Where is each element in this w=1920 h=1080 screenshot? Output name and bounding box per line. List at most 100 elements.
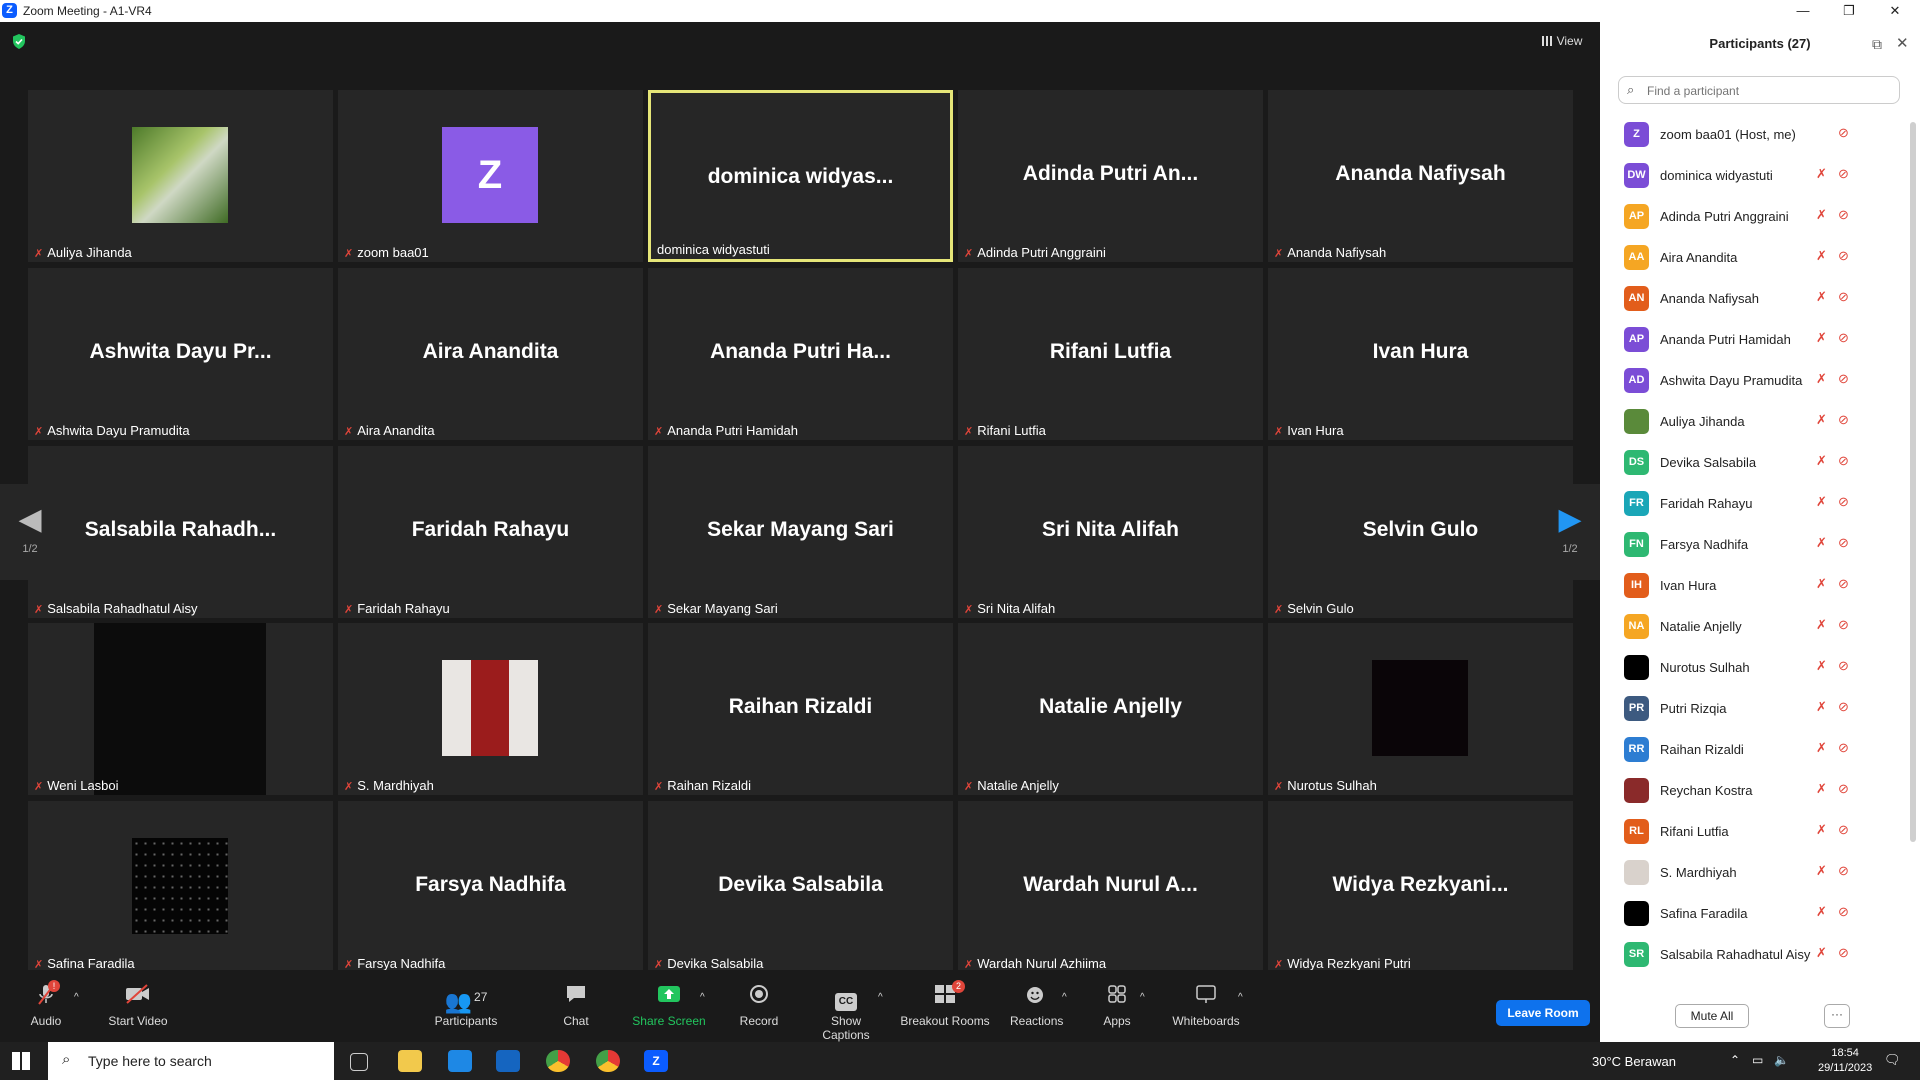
chrome-profile-icon[interactable] bbox=[596, 1050, 620, 1072]
participant-row[interactable]: DS Devika Salsabila ✗ ⊘ bbox=[1600, 442, 1910, 483]
taskbar-time: 18:54 bbox=[1831, 1047, 1859, 1059]
video-tile[interactable]: Rifani Lutfia ✗ Rifani Lutfia bbox=[958, 268, 1263, 440]
participant-row[interactable]: Auliya Jihanda ✗ ⊘ bbox=[1600, 401, 1910, 442]
participant-row[interactable]: IH Ivan Hura ✗ ⊘ bbox=[1600, 565, 1910, 606]
participant-row[interactable]: RR Raihan Rizaldi ✗ ⊘ bbox=[1600, 729, 1910, 770]
weather-widget[interactable]: 30°C Berawan bbox=[1592, 1054, 1676, 1069]
reactions-button[interactable]: Reactions bbox=[1010, 984, 1063, 1028]
apps-options-caret[interactable]: ^ bbox=[1140, 992, 1145, 1003]
participant-list-scrollbar[interactable] bbox=[1910, 122, 1916, 842]
video-tile[interactable]: Ananda Putri Ha... ✗ Ananda Putri Hamidah bbox=[648, 268, 953, 440]
video-tile[interactable]: ✗ Nurotus Sulhah bbox=[1268, 623, 1573, 795]
mail-icon[interactable] bbox=[496, 1050, 520, 1072]
participant-row[interactable]: Safina Faradila ✗ ⊘ bbox=[1600, 893, 1910, 934]
windows-start-icon[interactable] bbox=[12, 1052, 30, 1070]
pop-out-icon[interactable]: ⧉ bbox=[1872, 36, 1882, 53]
participant-row[interactable]: PR Putri Rizqia ✗ ⊘ bbox=[1600, 688, 1910, 729]
video-tile[interactable]: dominica widyas... dominica widyastuti bbox=[648, 90, 953, 262]
participant-row[interactable]: AP Ananda Putri Hamidah ✗ ⊘ bbox=[1600, 319, 1910, 360]
windows-taskbar: ⌕ Type here to search Z 30°C Berawan ⌃ ▭… bbox=[0, 1042, 1920, 1080]
participant-row[interactable]: S. Mardhiyah ✗ ⊘ bbox=[1600, 852, 1910, 893]
video-tile[interactable]: ✗ Safina Faradila bbox=[28, 801, 333, 973]
zoom-taskbar-icon[interactable]: Z bbox=[644, 1050, 668, 1072]
video-tile[interactable]: Wardah Nurul A... ✗ Wardah Nurul Azhiima bbox=[958, 801, 1263, 973]
video-tile[interactable]: Z ✗ zoom baa01 bbox=[338, 90, 643, 262]
video-tile[interactable]: Adinda Putri An... ✗ Adinda Putri Anggrain… bbox=[958, 90, 1263, 262]
video-tile[interactable]: Raihan Rizaldi ✗ Raihan Rizaldi bbox=[648, 623, 953, 795]
audio-button[interactable]: ! Audio bbox=[28, 980, 64, 1028]
video-tile[interactable]: Selvin Gulo ✗ Selvin Gulo bbox=[1268, 446, 1573, 618]
start-video-button[interactable]: Start Video bbox=[106, 984, 170, 1028]
avatar: PR bbox=[1624, 696, 1649, 721]
security-shield-icon[interactable] bbox=[12, 34, 26, 49]
restore-button[interactable]: ❐ bbox=[1826, 0, 1872, 22]
volume-icon[interactable]: 🔈 bbox=[1774, 1053, 1798, 1075]
task-view-icon[interactable] bbox=[350, 1053, 368, 1071]
leave-room-button[interactable]: Leave Room bbox=[1496, 1000, 1590, 1026]
apps-button[interactable]: Apps bbox=[1102, 984, 1132, 1028]
whiteboards-options-caret[interactable]: ^ bbox=[1238, 992, 1243, 1003]
share-options-caret[interactable]: ^ bbox=[700, 992, 705, 1003]
participant-row[interactable]: SR Salsabila Rahadhatul Aisy ✗ ⊘ bbox=[1600, 934, 1910, 975]
network-icon[interactable]: ▭ bbox=[1752, 1053, 1776, 1075]
participant-row[interactable]: FR Faridah Rahayu ✗ ⊘ bbox=[1600, 483, 1910, 524]
video-tile[interactable]: ✗ Weni Lasboi bbox=[28, 623, 333, 795]
mute-all-button[interactable]: Mute All bbox=[1675, 1004, 1749, 1028]
tile-name-label: ✗ Ananda Putri Hamidah bbox=[654, 423, 798, 438]
file-explorer-icon[interactable] bbox=[398, 1050, 422, 1072]
audio-options-caret[interactable]: ^ bbox=[74, 992, 79, 1003]
video-tile[interactable]: Sekar Mayang Sari ✗ Sekar Mayang Sari bbox=[648, 446, 953, 618]
participant-search-input[interactable] bbox=[1645, 80, 1889, 102]
video-tile[interactable]: Faridah Rahayu ✗ Faridah Rahayu bbox=[338, 446, 643, 618]
participant-row[interactable]: FN Farsya Nadhifa ✗ ⊘ bbox=[1600, 524, 1910, 565]
close-window-button[interactable]: ✕ bbox=[1872, 0, 1918, 22]
participants-panel: Participants (27) ⧉ ✕ ⌕ Zzoom baa01 (Hos… bbox=[1600, 22, 1920, 1042]
video-tile[interactable]: ✗ S. Mardhiyah bbox=[338, 623, 643, 795]
participant-row[interactable]: AN Ananda Nafiysah ✗ ⊘ bbox=[1600, 278, 1910, 319]
show-captions-button[interactable]: CC Show Captions bbox=[806, 984, 886, 1042]
participant-row[interactable]: NA Natalie Anjelly ✗ ⊘ bbox=[1600, 606, 1910, 647]
minimize-button[interactable]: — bbox=[1780, 0, 1826, 22]
participant-row[interactable]: Zzoom baa01 (Host, me) ⊘ bbox=[1600, 114, 1910, 155]
participant-row[interactable]: Reychan Kostra ✗ ⊘ bbox=[1600, 770, 1910, 811]
participant-row[interactable]: AA Aira Anandita ✗ ⊘ bbox=[1600, 237, 1910, 278]
participant-row[interactable]: RL Rifani Lutfia ✗ ⊘ bbox=[1600, 811, 1910, 852]
video-tile[interactable]: Salsabila Rahadh... ✗ Salsabila Rahadhatul… bbox=[28, 446, 333, 618]
chrome-icon[interactable] bbox=[546, 1050, 570, 1072]
reactions-options-caret[interactable]: ^ bbox=[1062, 992, 1067, 1003]
participant-row[interactable]: DW dominica widyastuti ✗ ⊘ bbox=[1600, 155, 1910, 196]
taskbar-search[interactable]: ⌕ Type here to search bbox=[48, 1042, 334, 1080]
muted-mic-icon: ✗ bbox=[34, 781, 44, 793]
video-tile[interactable]: Aira Anandita ✗ Aira Anandita bbox=[338, 268, 643, 440]
participant-row[interactable]: Nurotus Sulhah ✗ ⊘ bbox=[1600, 647, 1910, 688]
share-screen-button[interactable]: Share Screen bbox=[632, 984, 706, 1028]
participants-button[interactable]: 👥 27 Participants bbox=[433, 984, 499, 1028]
chat-button[interactable]: Chat bbox=[556, 984, 596, 1028]
video-tile[interactable]: Ananda Nafiysah ✗ Ananda Nafiysah bbox=[1268, 90, 1573, 262]
view-button[interactable]: View bbox=[1536, 30, 1588, 52]
breakout-rooms-button[interactable]: 2 Breakout Rooms bbox=[900, 980, 990, 1028]
previous-page-button[interactable]: ◀ 1/2 bbox=[0, 484, 60, 580]
next-page-button[interactable]: ▶ 1/2 bbox=[1540, 484, 1600, 580]
video-tile[interactable]: ✗ Auliya Jihanda bbox=[28, 90, 333, 262]
video-tile[interactable]: Ivan Hura ✗ Ivan Hura bbox=[1268, 268, 1573, 440]
notifications-icon[interactable]: 🗨 bbox=[1884, 1052, 1908, 1074]
apps-icon bbox=[1102, 984, 1132, 1010]
video-tile[interactable]: Farsya Nadhifa ✗ Farsya Nadhifa bbox=[338, 801, 643, 973]
whiteboards-button[interactable]: Whiteboards bbox=[1170, 984, 1242, 1028]
video-tile[interactable]: Devika Salsabila ✗ Devika Salsabila bbox=[648, 801, 953, 973]
participant-row[interactable]: AP Adinda Putri Anggraini ✗ ⊘ bbox=[1600, 196, 1910, 237]
close-panel-icon[interactable]: ✕ bbox=[1896, 34, 1909, 52]
video-tile[interactable]: Sri Nita Alifah ✗ Sri Nita Alifah bbox=[958, 446, 1263, 618]
record-button[interactable]: Record bbox=[738, 984, 780, 1028]
video-tile[interactable]: Ashwita Dayu Pr... ✗ Ashwita Dayu Pramudit… bbox=[28, 268, 333, 440]
captions-options-caret[interactable]: ^ bbox=[878, 992, 883, 1003]
video-tile[interactable]: Natalie Anjelly ✗ Natalie Anjelly bbox=[958, 623, 1263, 795]
participant-row[interactable]: AD Ashwita Dayu Pramudita ✗ ⊘ bbox=[1600, 360, 1910, 401]
tray-chevron-icon[interactable]: ⌃ bbox=[1730, 1053, 1754, 1075]
taskbar-clock[interactable]: 18:54 29/11/2023 bbox=[1818, 1046, 1872, 1076]
apps-label: Apps bbox=[1103, 1014, 1131, 1028]
video-tile[interactable]: Widya Rezkyani... ✗ Widya Rezkyani Putri bbox=[1268, 801, 1573, 973]
more-options-button[interactable]: ··· bbox=[1824, 1004, 1850, 1028]
store-icon[interactable] bbox=[448, 1050, 472, 1072]
